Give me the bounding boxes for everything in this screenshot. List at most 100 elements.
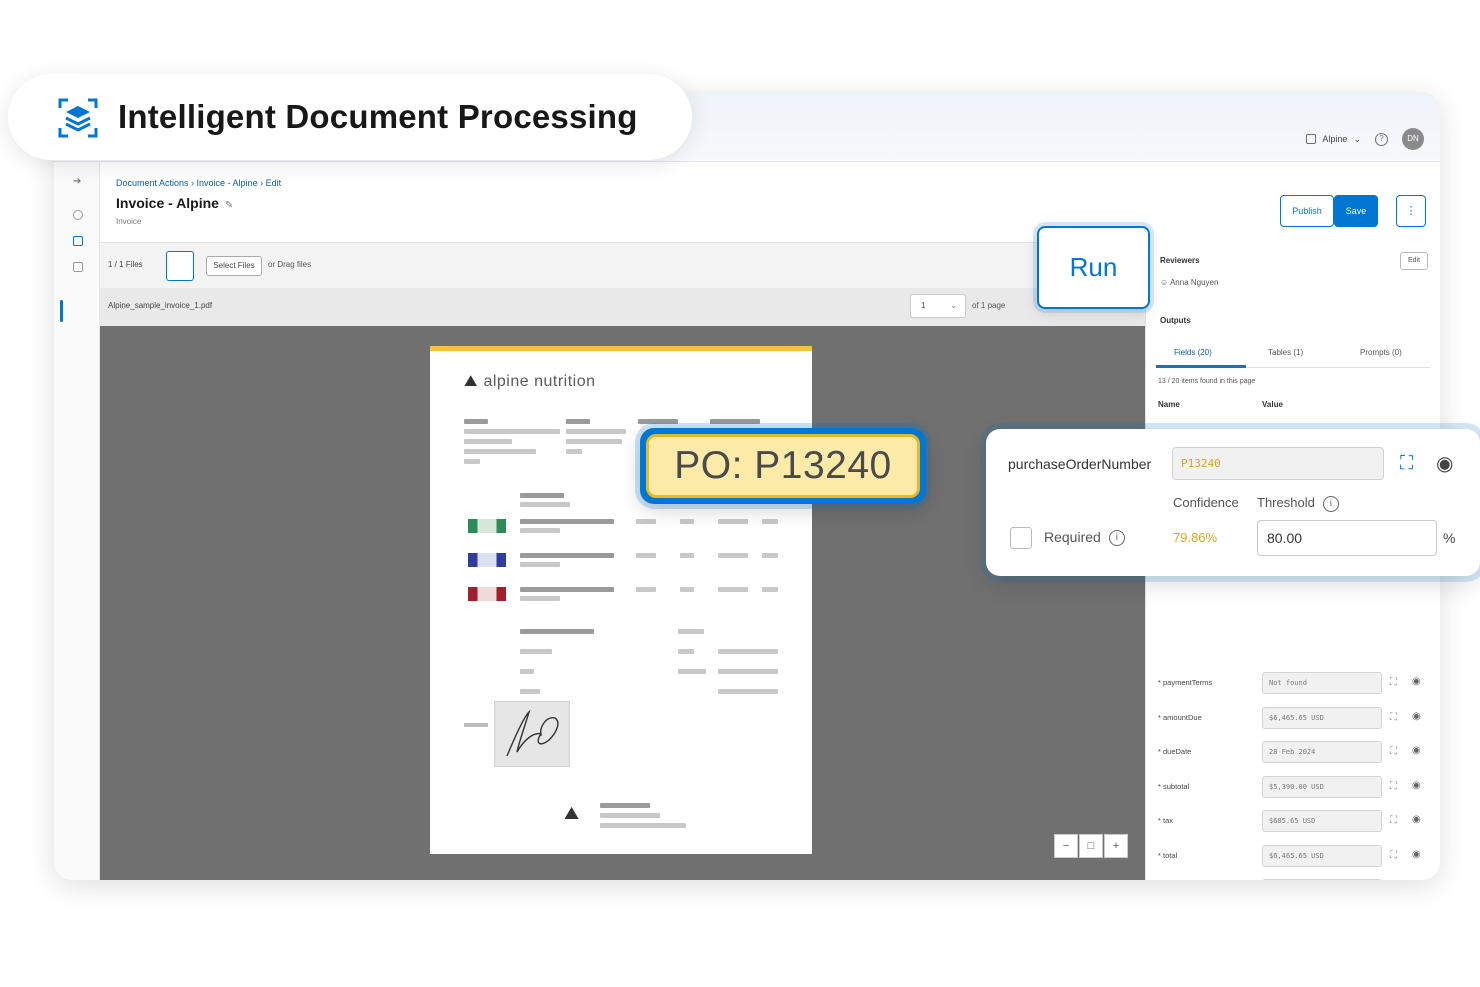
field-row-value[interactable]: Not found	[1262, 672, 1382, 694]
eye-icon[interactable]: ◉	[1412, 676, 1421, 687]
help-icon[interactable]: ?	[1375, 132, 1388, 146]
field-name: purchaseOrderNumber	[1008, 456, 1152, 472]
tab-prompts[interactable]: Prompts (0)	[1360, 348, 1402, 357]
eye-icon[interactable]: ◉	[1412, 780, 1421, 791]
doc-text-line	[464, 439, 512, 444]
doc-text-line	[600, 823, 686, 828]
save-button[interactable]: Save	[1334, 195, 1378, 227]
org-switcher[interactable]: Alpine ⌄	[1306, 134, 1361, 145]
focus-icon[interactable]: ⛶	[1390, 781, 1397, 792]
required-label: Required i	[1044, 529, 1125, 547]
nav-home-icon[interactable]	[73, 210, 83, 220]
doc-brand-name: alpine nutrition	[483, 373, 596, 390]
doc-text-line	[636, 519, 656, 524]
field-row-value[interactable]: $6,465.65 USD	[1262, 844, 1382, 867]
tab-fields[interactable]: Fields (20)	[1174, 348, 1212, 357]
nav-list-icon[interactable]	[73, 262, 83, 272]
focus-icon[interactable]: ⛶	[1390, 746, 1397, 757]
page-subtitle: Invoice	[116, 217, 142, 226]
doc-text-line	[464, 459, 480, 464]
signature-scribble	[506, 709, 559, 757]
publish-button[interactable]: Publish	[1280, 195, 1334, 227]
eye-icon[interactable]: ◉	[1412, 849, 1421, 860]
reviewers-title: Reviewers	[1160, 256, 1200, 265]
zoom-fit-button[interactable]: □	[1079, 834, 1103, 858]
doc-text-line	[520, 596, 560, 601]
doc-text-line	[520, 669, 534, 674]
field-row-value[interactable]: Not found	[1262, 879, 1382, 880]
info-icon[interactable]: i	[1108, 530, 1125, 547]
focus-icon[interactable]: ⛶	[1390, 677, 1397, 688]
confidence-label: Confidence	[1173, 495, 1239, 510]
focus-icon[interactable]: ⛶	[1390, 712, 1397, 723]
product-image	[468, 519, 506, 533]
file-thumbnail[interactable]	[166, 251, 194, 281]
document-viewer: ⛰ alpine nutrition ⛰ − □ +	[100, 326, 1145, 880]
expand-arrow-icon[interactable]: ➔	[73, 176, 83, 187]
doc-text-line	[718, 689, 778, 694]
tab-tables[interactable]: Tables (1)	[1268, 348, 1303, 357]
breadcrumb[interactable]: Document Actions › Invoice - Alpine › Ed…	[116, 178, 281, 188]
po-highlight: PO: P13240	[640, 428, 926, 504]
doc-text-line	[600, 803, 650, 808]
edit-reviewers-button[interactable]: Edit	[1400, 252, 1428, 270]
page-title: Invoice - Alpine ✎	[116, 195, 233, 211]
doc-logo: ⛰ alpine nutrition	[464, 373, 596, 391]
field-value-input[interactable]: P13240	[1172, 447, 1384, 480]
field-row-name: * paymentTerms	[1158, 678, 1213, 687]
doc-text-line	[718, 649, 778, 654]
doc-text-line	[464, 429, 560, 434]
page-select[interactable]: 1 ⌄	[910, 294, 966, 318]
select-files-button[interactable]: Select Files	[206, 256, 262, 276]
doc-text-line	[762, 519, 778, 524]
doc-text-line	[520, 493, 564, 498]
eye-icon[interactable]: ◉	[1412, 745, 1421, 756]
column-header-name[interactable]: Name	[1158, 400, 1180, 409]
files-count: 1 / 1 Files	[108, 260, 143, 269]
field-row-name: * subtotal	[1158, 781, 1190, 791]
pencil-icon[interactable]: ✎	[225, 200, 233, 211]
focus-icon[interactable]: ⛶	[1400, 453, 1413, 475]
doc-text-line	[520, 689, 540, 694]
zoom-out-button[interactable]: −	[1054, 834, 1078, 858]
eye-icon[interactable]: ◉	[1412, 814, 1421, 825]
field-row-value[interactable]: $6,465.65 USD	[1262, 706, 1382, 729]
viewer-toolbar: Alpine_sample_invoice_1.pdf 1 ⌄ of 1 pag…	[100, 288, 1145, 326]
doc-text-line	[566, 439, 622, 444]
doc-text-line	[520, 528, 560, 533]
field-row-value[interactable]: 28 Feb 2024	[1262, 741, 1382, 763]
reviewer-name: Anna Nguyen	[1169, 278, 1219, 287]
page-title-text: Invoice - Alpine	[116, 195, 219, 211]
percent-label: %	[1443, 530, 1456, 546]
nav-document-icon[interactable]	[73, 236, 83, 246]
avatar[interactable]: DN	[1402, 128, 1424, 150]
column-header-value: Value	[1262, 400, 1283, 409]
confidence-value: 79.86%	[1173, 530, 1218, 545]
signature-image	[494, 701, 570, 767]
threshold-input[interactable]: 80.00	[1257, 520, 1437, 556]
required-label-text: Required	[1044, 529, 1101, 545]
zoom-in-button[interactable]: +	[1104, 834, 1128, 858]
field-detail-card: purchaseOrderNumber P13240 ⛶ ◉ Confidenc…	[986, 429, 1480, 576]
doc-text-line	[520, 587, 614, 592]
more-actions-button[interactable]: ⋮	[1396, 195, 1426, 227]
page-of-label: of 1 page	[972, 301, 1006, 310]
run-button[interactable]: Run	[1037, 226, 1150, 309]
field-row-value[interactable]: $605.65 USD	[1262, 810, 1382, 832]
eye-icon[interactable]: ◉	[1436, 451, 1453, 476]
stage: Alpine ⌄ ? DN ➔ Document Actions › Invoi…	[0, 0, 1480, 987]
user-icon: ☺	[1160, 278, 1169, 287]
po-highlight-text: PO: P13240	[646, 434, 920, 498]
field-row: * amountDue $6,465.65 USD ⛶ ◉	[1146, 701, 1440, 735]
chevron-down-icon: ⌄	[950, 301, 957, 310]
required-checkbox[interactable]	[1010, 527, 1032, 549]
focus-icon[interactable]: ⛶	[1390, 815, 1397, 826]
focus-icon[interactable]: ⛶	[1390, 850, 1397, 861]
field-row-value[interactable]: $5,390.00 USD	[1262, 775, 1382, 798]
doc-text-line	[520, 649, 552, 654]
reviewer-row: ☺ Anna Nguyen	[1160, 278, 1218, 287]
found-count: 13 / 20 items found in this page	[1158, 378, 1256, 385]
page-header: Document Actions › Invoice - Alpine › Ed…	[100, 162, 1440, 242]
info-icon[interactable]: i	[1322, 495, 1339, 512]
eye-icon[interactable]: ◉	[1412, 711, 1421, 722]
